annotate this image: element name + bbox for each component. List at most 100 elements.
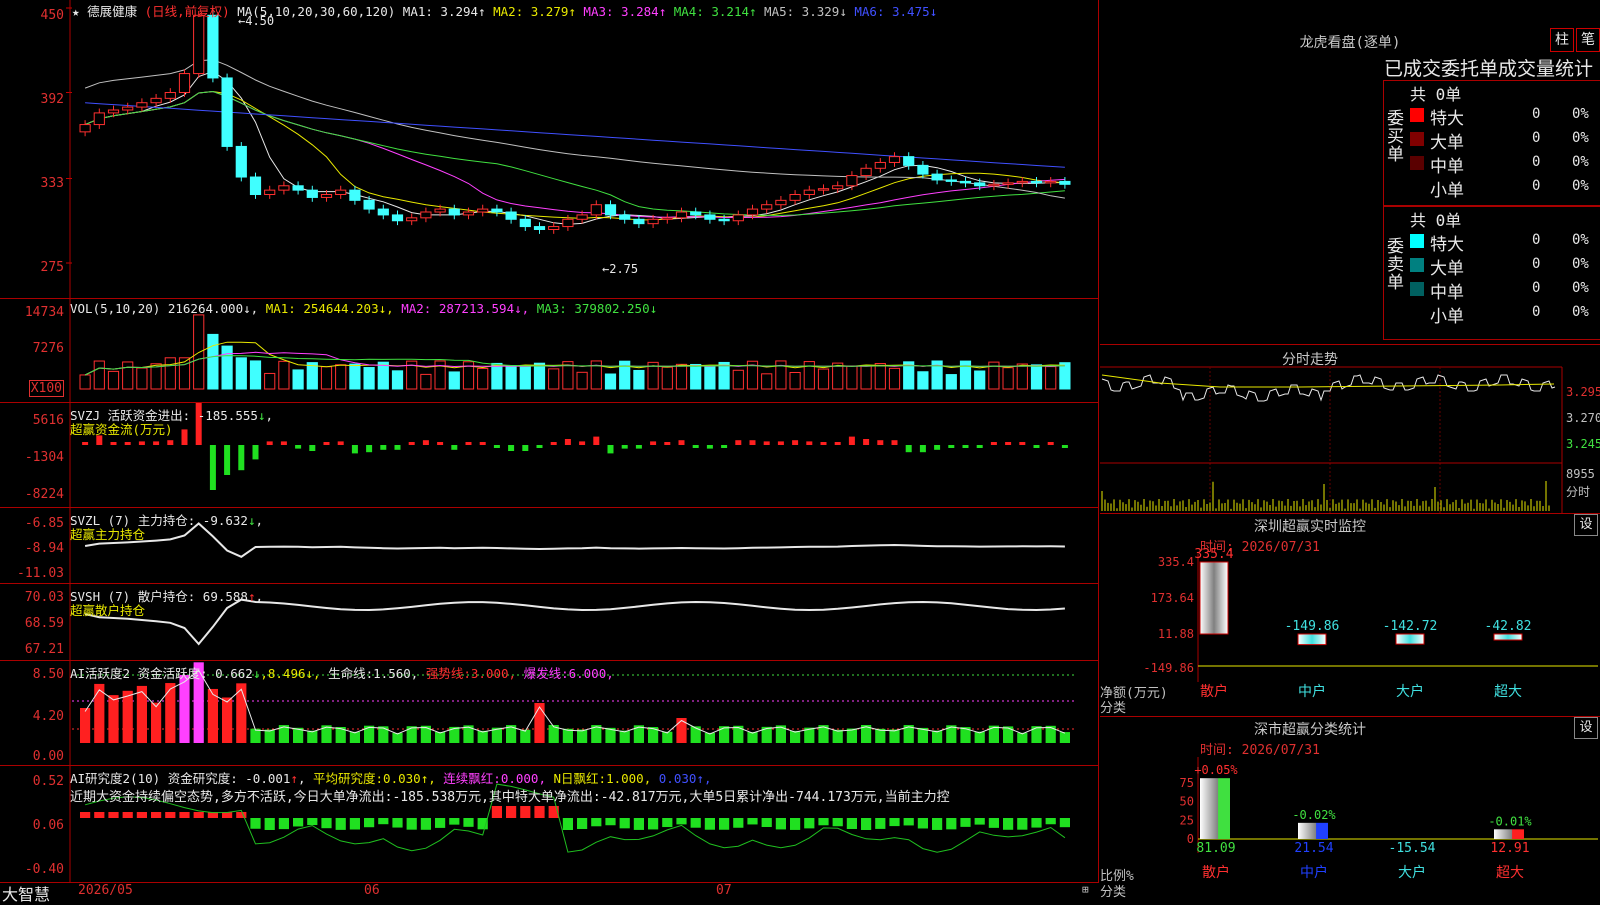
x-label: 06 (364, 883, 380, 898)
candle (477, 208, 489, 213)
research-bar (179, 812, 190, 818)
candle (292, 185, 304, 191)
kline-panel[interactable]: 450 392 333 275 ★ 德展健康 (日线,前复权) MA(5,10,… (0, 0, 1099, 299)
monitor-ytick: -149.86 (1143, 661, 1194, 675)
research-bar (349, 818, 360, 830)
low-label: ←2.75 (602, 262, 639, 276)
ai-activity-panel[interactable]: 8.50 4.20 0.00 AI活跃度2 资金活跃度: 0.662↓,8.49… (0, 661, 1099, 766)
volume-bar (817, 368, 830, 390)
research-bar (761, 818, 772, 828)
activity-bar (676, 718, 687, 743)
candle (690, 211, 702, 216)
order-row: 特大 0 0% (1406, 230, 1600, 255)
candle (789, 194, 801, 201)
flow-bar (749, 440, 756, 445)
flow-bar (238, 445, 245, 471)
research-bar (165, 812, 176, 818)
flow-bar (976, 445, 983, 448)
research-bar (676, 818, 687, 825)
candle (306, 189, 318, 198)
volume-bar (207, 333, 219, 390)
research-bar (747, 818, 758, 825)
candle (732, 214, 744, 222)
monitor-ytick: 11.88 (1158, 627, 1194, 641)
activity-bar (733, 725, 744, 743)
classify-category: 中户 (1300, 864, 1328, 881)
order-pct: 0% (1572, 154, 1589, 170)
candle (462, 211, 475, 216)
flow-bar (465, 442, 472, 445)
lock-icon[interactable]: ⊞ (1082, 883, 1089, 896)
svsh-subtitle: 超赢散户持仓 (70, 603, 146, 618)
flow-bar (309, 445, 316, 451)
period-label[interactable]: (日线,前复权) (145, 4, 230, 19)
buy-side-label: 委买单 (1387, 109, 1404, 165)
tick-mode-button[interactable]: 笔 (1576, 28, 1600, 52)
candle (79, 124, 91, 133)
candle (391, 214, 404, 222)
svzl-subtitle: 超赢主力持仓 (70, 527, 146, 542)
brand-logo[interactable]: 大智慧 (2, 881, 50, 905)
monitor-bar-value: -142.72 (1383, 619, 1438, 634)
intraday-panel[interactable]: 分时走势 3.295 3.270 3.245 8955 分时 (1100, 345, 1600, 514)
flow-bar (635, 445, 642, 449)
svzj-panel[interactable]: 5616 -1304 -8224 SVZJ 活跃资金进出: -185.555↓,… (0, 403, 1099, 508)
order-row: 小单 0 0% (1406, 302, 1600, 327)
high-label: ←4.50 (238, 14, 275, 28)
candle (988, 183, 1000, 187)
stock-name: 德展健康 (87, 4, 138, 19)
research-bar (108, 812, 119, 818)
activity-bar (1059, 732, 1070, 743)
monitor-chart[interactable]: 335.4 173.64 11.88 -149.86 335.4 散户 -149.86 中户 -… (1100, 514, 1600, 716)
intra-ytick: 3.270 (1566, 411, 1600, 425)
volume-bar (335, 364, 347, 390)
research-bar (491, 806, 502, 818)
volume-bar (732, 369, 744, 390)
volume-bar (888, 367, 901, 390)
x-label: 07 (716, 883, 732, 898)
candle (420, 211, 432, 219)
volume-bar (633, 369, 645, 390)
flow-bar (351, 445, 358, 454)
activity-bar (1003, 726, 1014, 743)
bar-mode-button[interactable]: 柱 (1550, 28, 1574, 52)
ma-values: MA1: 3.294↑ MA2: 3.279↑ MA3: 3.284↑ MA4:… (403, 4, 937, 19)
research-bar (917, 818, 928, 829)
classify-ytick: 25 (1180, 813, 1194, 827)
candle (320, 194, 333, 198)
volume-bar (917, 371, 929, 390)
ai-research-panel[interactable]: 0.52 0.06 -0.40 AI研究度2(10) 资金研究度: -0.001… (0, 766, 1099, 883)
svzl-panel[interactable]: -6.85 -8.94 -11.03 SVZL (7) 主力持仓: -9.632… (0, 508, 1099, 584)
research-bar (449, 818, 460, 825)
intraday-chart[interactable] (1100, 345, 1600, 513)
research-bar (236, 812, 247, 818)
flow-bar (280, 441, 287, 445)
activity-bar (562, 728, 573, 743)
vol-panel[interactable]: 14734 7276 X100 VOL(5,10,20) 216264.000↓… (0, 299, 1099, 403)
candle (150, 97, 162, 104)
volume-bar (292, 369, 304, 390)
research-bar (619, 818, 630, 829)
classify-chart[interactable]: 75 50 25 0 +0.05% 81.09 散户 -0.02% 21.54 中户 -15.54 大… (1100, 717, 1600, 900)
volume-bar (363, 367, 375, 390)
order-type: 中单 (1430, 157, 1464, 177)
candle (193, 14, 205, 75)
svzj-ytick: 5616 (32, 413, 64, 428)
activity-bar (264, 729, 275, 743)
svsh-panel[interactable]: 70.03 68.59 67.21 SVSH (7) 散户持仓: 69.588↑… (0, 584, 1099, 661)
kline-chart[interactable] (0, 0, 1098, 298)
order-row: 特大 0 0% (1406, 104, 1600, 129)
flow-bar (1047, 442, 1054, 445)
order-row: 中单 0 0% (1406, 152, 1600, 177)
flow-bar (110, 442, 117, 445)
order-count: 0 (1532, 178, 1541, 194)
monitor-bar (1199, 561, 1229, 635)
volume-bar (1030, 364, 1043, 390)
activity-bar (207, 688, 218, 743)
star-icon[interactable]: ★ (72, 4, 80, 19)
vol-header: VOL(5,10,20) 216264.000↓, MA1: 254644.20… (70, 301, 658, 316)
candle (633, 218, 645, 225)
candle (974, 182, 986, 187)
svzj-ytick: -1304 (24, 450, 64, 465)
flow-bar (82, 442, 89, 445)
